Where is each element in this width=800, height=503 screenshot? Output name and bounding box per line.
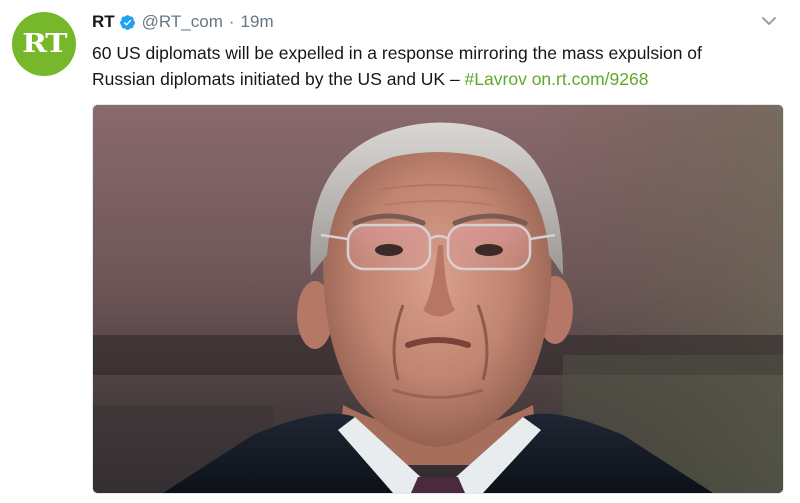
chevron-down-icon[interactable] <box>760 12 778 30</box>
tweet-card[interactable]: RT RT @RT_com · 19m 60 US diplomats will… <box>0 0 800 503</box>
tweet-text-line-1: 60 US diplomats will be expelled in a re… <box>92 43 702 63</box>
user-handle[interactable]: @RT_com <box>142 12 223 32</box>
url-link[interactable]: on.rt.com/9268 <box>532 69 649 89</box>
tweet-text: 60 US diplomats will be expelled in a re… <box>92 40 772 92</box>
tweet-text-line-2: Russian diplomats initiated by the US an… <box>92 66 772 92</box>
avatar[interactable]: RT <box>12 12 76 76</box>
avatar-logo-text: RT <box>21 29 67 59</box>
tweet-header: RT @RT_com · 19m <box>92 10 274 34</box>
verified-badge-icon <box>119 14 135 30</box>
tweet-photo[interactable] <box>92 104 784 494</box>
tweet-text-line-2-body: Russian diplomats initiated by the US an… <box>92 69 465 89</box>
hashtag-link[interactable]: #Lavrov <box>465 69 527 89</box>
timestamp[interactable]: 19m <box>241 12 274 32</box>
separator-dot: · <box>228 12 235 31</box>
display-name[interactable]: RT <box>92 12 115 32</box>
photo-of-man-in-glasses <box>93 105 783 493</box>
